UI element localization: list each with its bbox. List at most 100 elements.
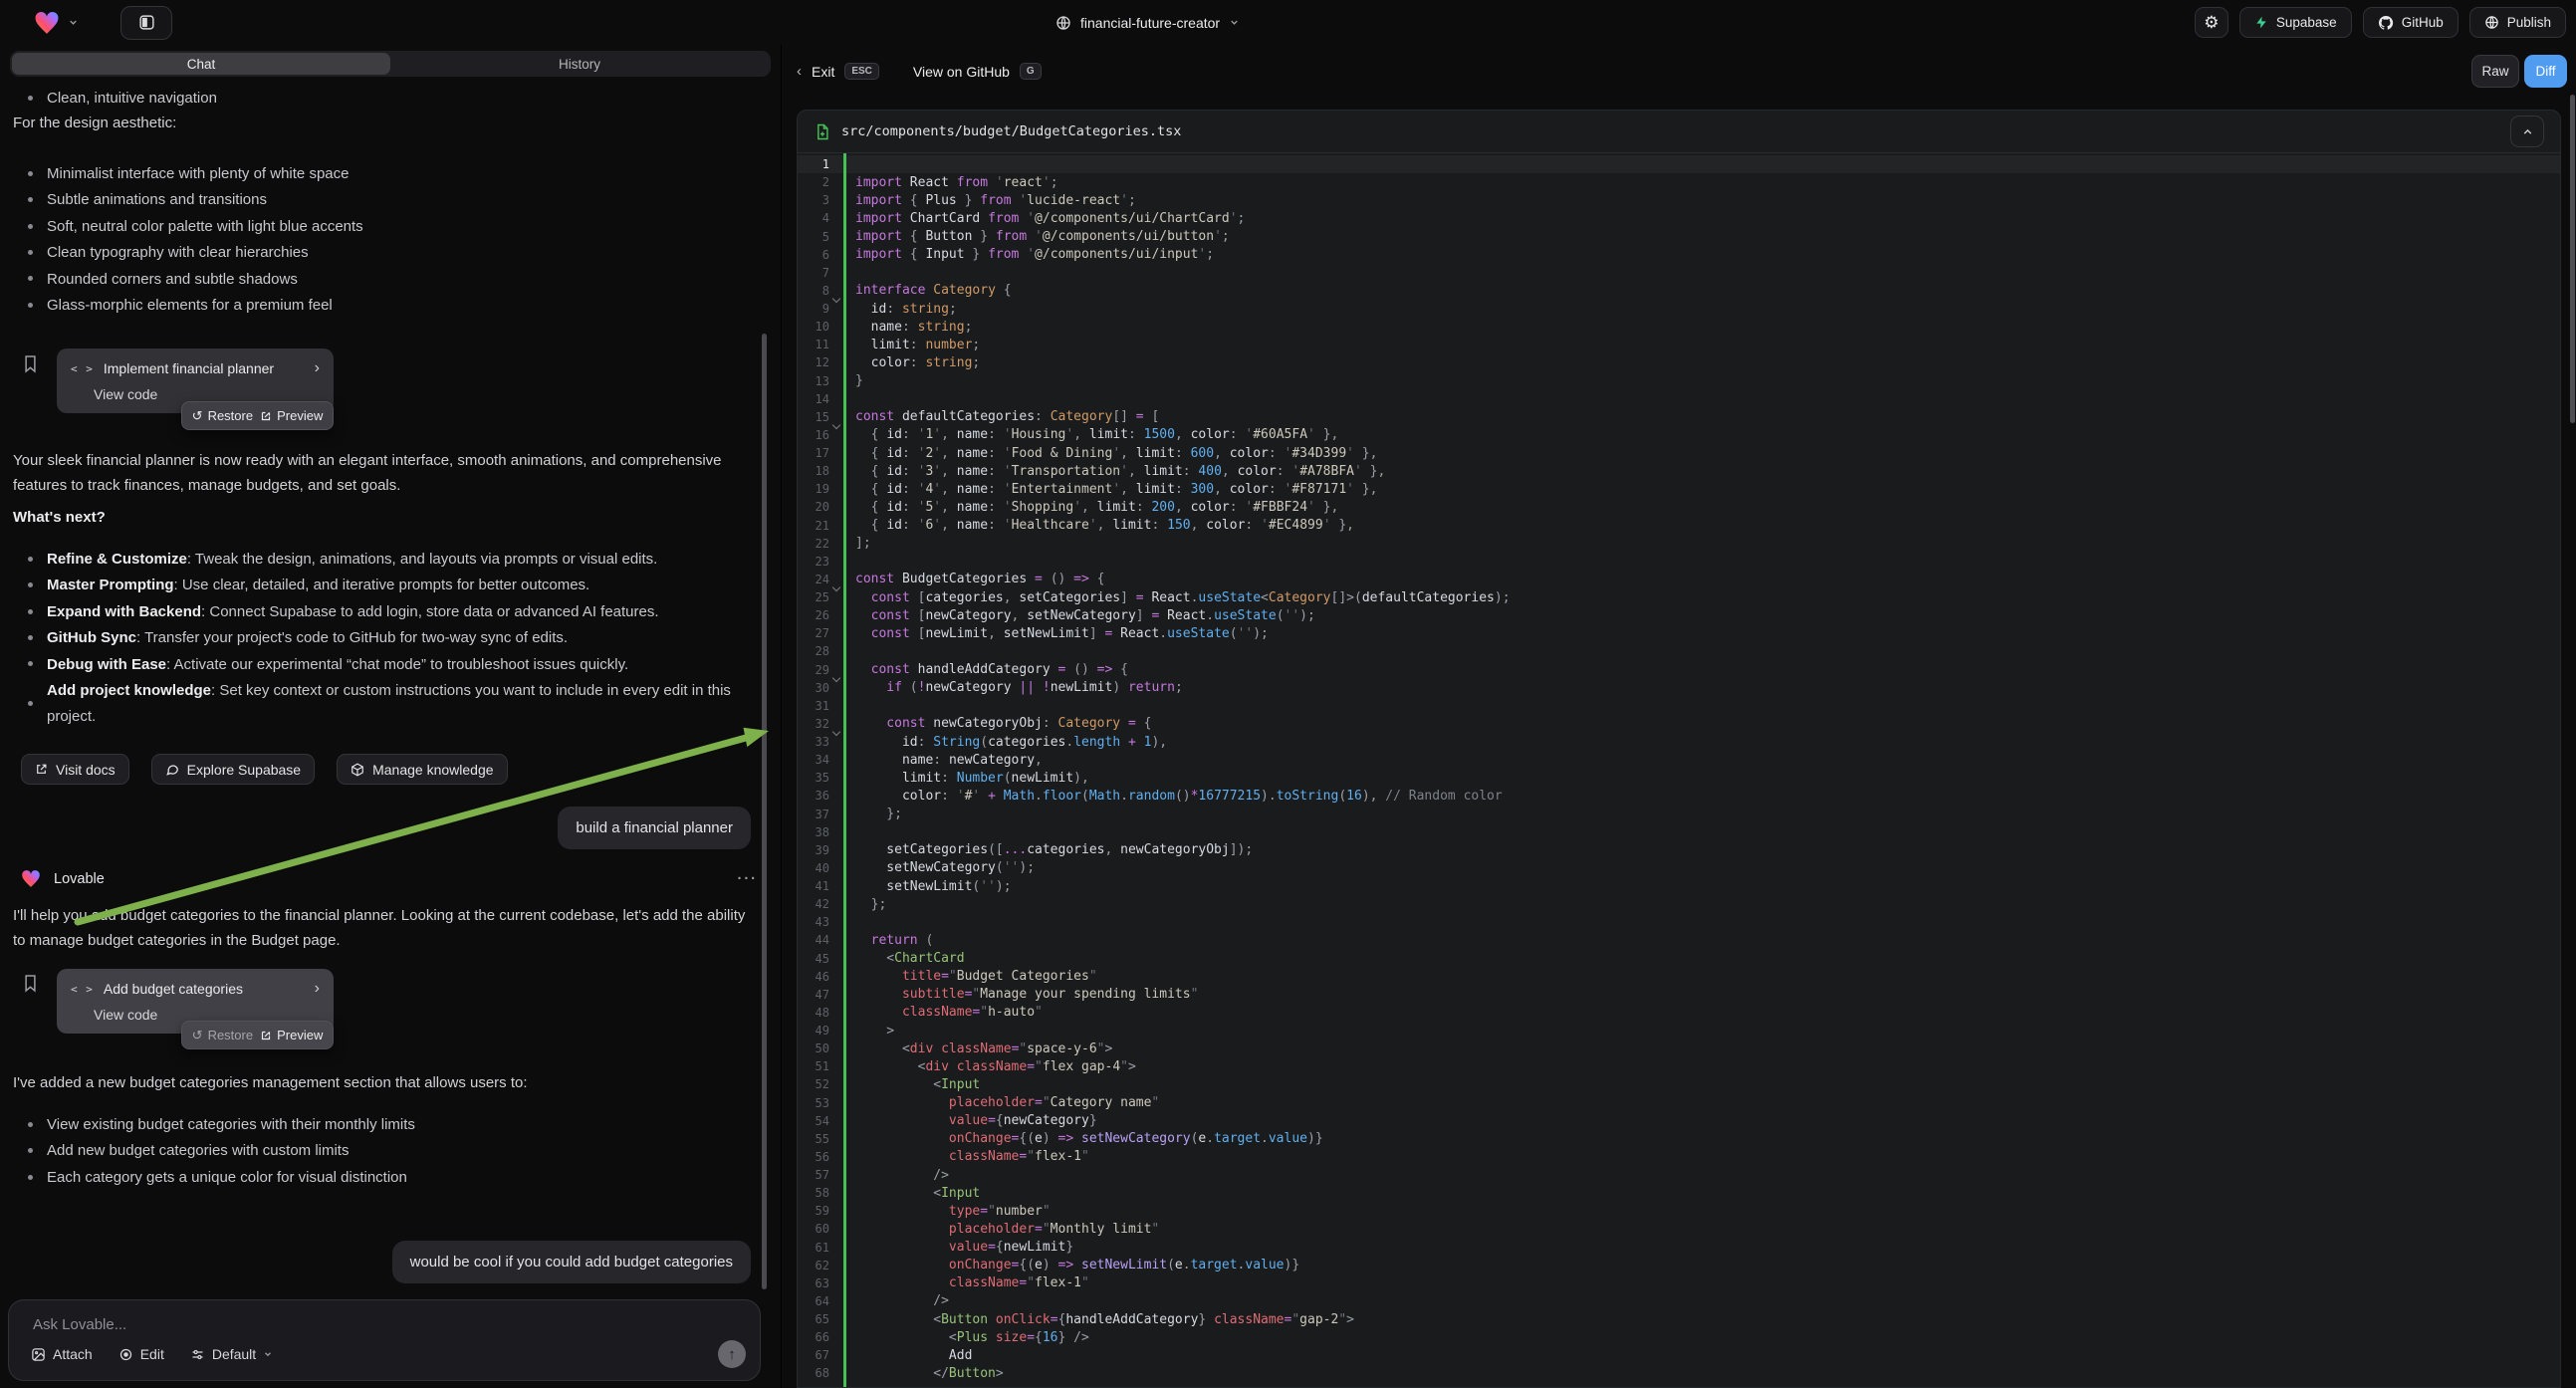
raw-toggle-button[interactable]: Raw (2471, 55, 2519, 88)
code-line: 60 placeholder="Monthly limit" (798, 1220, 2560, 1238)
code-line: 46 title="Budget Categories" (798, 968, 2560, 986)
code-line: 52 <Input (798, 1075, 2560, 1093)
list-item: Each category gets a unique color for vi… (13, 1165, 755, 1191)
code-line: 67 Add (798, 1346, 2560, 1364)
code-line: 5import { Button } from '@/components/ui… (798, 228, 2560, 246)
mode-select[interactable]: Default (190, 1346, 273, 1362)
code-line: 38 (798, 823, 2560, 841)
code-line: 68 </Button> (798, 1364, 2560, 1382)
collapse-file-button[interactable] (2510, 116, 2544, 147)
code-area[interactable]: 12import React from 'react';3import { Pl… (798, 153, 2560, 1387)
code-line: 39 setCategories([...categories, newCate… (798, 841, 2560, 859)
code-panel-scrollbar-thumb[interactable] (2570, 95, 2575, 423)
list-item: Clean, intuitive navigation (13, 86, 217, 112)
next-step-item: Refine & Customize: Tweak the design, an… (13, 547, 738, 573)
supabase-button[interactable]: Supabase (2239, 7, 2352, 38)
chat-composer[interactable]: Ask Lovable... Attach Edit Default ↑ (8, 1299, 761, 1381)
code-brackets-icon: < > (71, 983, 94, 996)
edit-button[interactable]: Edit (118, 1346, 164, 1362)
code-line: 51 <div className="flex gap-4"> (798, 1057, 2560, 1075)
code-line: 30 if (!newCategory || !newLimit) return… (798, 679, 2560, 697)
list-item: Minimalist interface with plenty of whit… (13, 161, 755, 187)
code-line: 42 }; (798, 895, 2560, 913)
code-line: 50 <div className="space-y-6"> (798, 1040, 2560, 1057)
code-line: 15const defaultCategories: Category[] = … (798, 408, 2560, 426)
visit-docs-button[interactable]: Visit docs (21, 754, 129, 785)
list-item: Subtle animations and transitions (13, 187, 755, 213)
preview-button[interactable]: Preview (260, 408, 323, 423)
code-viewer-card: src/components/budget/BudgetCategories.t… (797, 110, 2561, 1388)
diff-toggle-button[interactable]: Diff (2524, 55, 2567, 88)
exit-button[interactable]: Exit (812, 64, 834, 80)
assistant-name: Lovable (54, 871, 105, 887)
code-line: 29 const handleAddCategory = () => { (798, 661, 2560, 679)
panel-divider (781, 45, 782, 1388)
preview-button[interactable]: Preview (260, 1028, 323, 1042)
sliders-icon (190, 1347, 205, 1362)
code-line: 3import { Plus } from 'lucide-react'; (798, 191, 2560, 209)
chevron-left-icon: ‹ (797, 63, 802, 80)
next-step-item: Add project knowledge: Set key context o… (13, 678, 738, 731)
code-panel-header: ‹ Exit esc View on GitHub G (797, 55, 1042, 88)
project-switcher[interactable]: financial-future-creator (1055, 0, 1240, 45)
whats-next-heading: What's next? (13, 509, 106, 526)
code-line: 7 (798, 264, 2560, 282)
user-message-build-planner: build a financial planner (558, 807, 751, 849)
publish-button[interactable]: Publish (2469, 7, 2566, 38)
external-link-icon (260, 1030, 272, 1041)
lovable-logo-icon[interactable] (34, 11, 60, 35)
sidebar-panel-icon (138, 14, 155, 31)
file-added-icon (816, 123, 829, 140)
chat-scrollbar-thumb[interactable] (762, 334, 767, 1289)
chat-bubble-icon (165, 763, 179, 777)
bookmark-icon[interactable] (23, 974, 38, 993)
next-steps-list: Refine & Customize: Tweak the design, an… (13, 547, 738, 731)
project-chevron-down-icon (1229, 17, 1240, 28)
assistant-ready-paragraph: Your sleek financial planner is now read… (13, 448, 758, 498)
view-on-github-button[interactable]: View on GitHub G (913, 63, 1042, 80)
toggle-sidebar-button[interactable] (120, 6, 172, 40)
view-code-link[interactable]: View code (94, 386, 320, 402)
tab-history[interactable]: History (390, 53, 769, 75)
code-line: 53 placeholder="Category name" (798, 1094, 2560, 1112)
file-header-row[interactable]: src/components/budget/BudgetCategories.t… (798, 111, 2560, 152)
diff-added-gutter-bar (843, 153, 846, 1387)
manage-knowledge-button[interactable]: Manage knowledge (337, 754, 507, 785)
explore-supabase-button[interactable]: Explore Supabase (151, 754, 315, 785)
code-line: 54 value={newCategory} (798, 1112, 2560, 1130)
code-line: 62 onChange={(e) => setNewLimit(e.target… (798, 1257, 2560, 1274)
code-line: 9 id: string; (798, 300, 2560, 318)
code-line: 16 { id: '1', name: 'Housing', limit: 15… (798, 426, 2560, 444)
code-line: 41 setNewLimit(''); (798, 877, 2560, 895)
snippet-title: Add budget categories (104, 981, 243, 997)
code-line: 32 const newCategoryObj: Category = { (798, 715, 2560, 733)
code-line: 1 (798, 155, 2560, 173)
logo-chevron-down-icon[interactable] (68, 17, 79, 28)
send-button[interactable]: ↑ (718, 1340, 746, 1368)
restore-button[interactable]: ↺ Restore (192, 1028, 253, 1043)
esc-key-badge: esc (844, 63, 879, 80)
tab-chat[interactable]: Chat (12, 53, 390, 75)
project-name: financial-future-creator (1080, 15, 1220, 31)
added-bullet-list: View existing budget categories with the… (13, 1112, 755, 1191)
snippet-title: Implement financial planner (104, 360, 274, 376)
settings-button[interactable]: ⚙ (2195, 7, 2228, 38)
github-icon (2378, 15, 2394, 31)
restore-button[interactable]: ↺ Restore (192, 408, 253, 424)
code-line: 36 color: '#' + Math.floor(Math.random()… (798, 787, 2560, 805)
target-icon (118, 1347, 133, 1362)
code-line: 27 const [newLimit, setNewLimit] = React… (798, 624, 2560, 642)
code-line: 56 className="flex-1" (798, 1148, 2560, 1166)
github-button[interactable]: GitHub (2363, 7, 2459, 38)
assistant-message-header: Lovable ··· (21, 869, 758, 888)
attach-button[interactable]: Attach (31, 1346, 93, 1362)
attach-image-icon (31, 1347, 46, 1362)
code-line: 65 <Button onClick={handleAddCategory} c… (798, 1310, 2560, 1328)
chat-input[interactable]: Ask Lovable... (33, 1316, 126, 1333)
message-options-button[interactable]: ··· (738, 871, 759, 887)
supabase-bolt-icon (2254, 15, 2268, 30)
code-line: 2import React from 'react'; (798, 173, 2560, 191)
bookmark-icon[interactable] (23, 354, 38, 373)
code-line: 48 className="h-auto" (798, 1004, 2560, 1022)
list-item: Rounded corners and subtle shadows (13, 267, 755, 293)
